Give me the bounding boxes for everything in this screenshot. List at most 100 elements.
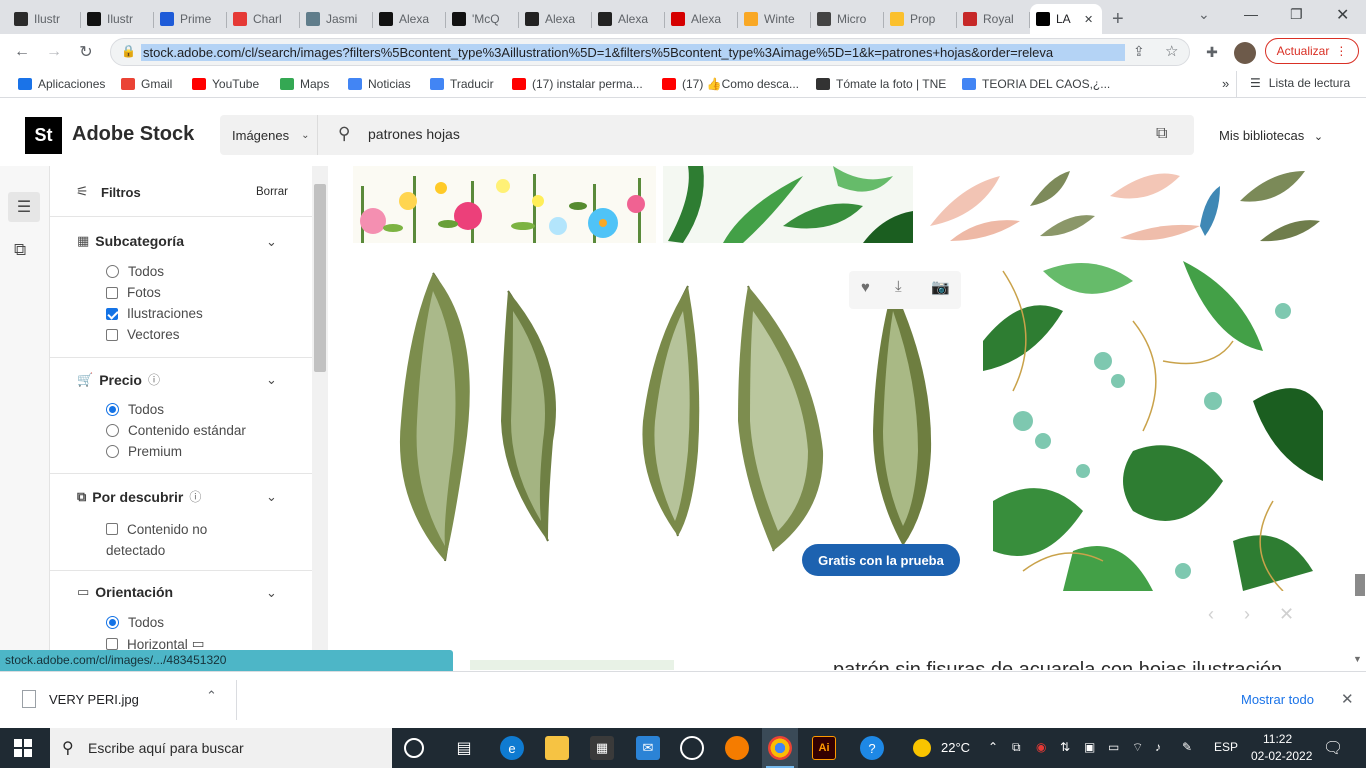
chevron-down-icon[interactable]: ⌄ [266,489,277,505]
price-header[interactable]: 🛒 Precio ⓘ [77,371,160,388]
clear-filters-button[interactable]: Borrar [256,186,288,198]
adobe-stock-logo[interactable]: St [25,117,62,154]
search-similar-icon[interactable]: ⧉ [14,240,26,260]
close-tab-icon[interactable]: ✕ [1084,13,1093,26]
bookmark-star-icon[interactable]: ☆ [1165,42,1178,60]
result-tile-wildflowers[interactable] [353,166,656,243]
page-scroll-thumb[interactable] [1355,574,1365,596]
clock-time[interactable]: 11:22 [1263,732,1292,746]
radio-button[interactable] [106,265,119,278]
tray-display-icon[interactable]: ▣ [1084,740,1095,754]
chrome-icon[interactable] [768,736,792,760]
weather-temp[interactable]: 22°C [941,740,970,755]
checkbox[interactable] [106,638,118,650]
close-window-icon[interactable]: ✕ [1336,5,1349,25]
scroll-down-icon[interactable]: ▼ [1353,654,1362,664]
search-input[interactable]: patrones hojas [368,126,460,142]
bookmark-item[interactable]: YouTube [192,75,259,93]
tray-app-icon[interactable]: ⧉ [1012,740,1021,755]
notifications-icon[interactable]: 🗨 [1323,738,1343,758]
radio-button[interactable] [106,403,119,416]
bookmark-item[interactable]: Traducir [430,75,494,93]
illustrator-icon[interactable]: Ai [812,736,836,760]
info-icon[interactable]: ⓘ [148,371,160,388]
heart-icon[interactable]: ♥ [861,279,870,296]
browser-tab[interactable]: Micro [811,4,884,34]
orientation-header[interactable]: ▭ Orientación [77,584,173,600]
new-tab-icon[interactable]: + [1112,8,1124,31]
reading-list-button[interactable]: ☰ Lista de lectura [1250,76,1350,90]
browser-tab[interactable]: LA ✕ [1030,4,1102,34]
edge-icon[interactable]: e [500,736,524,760]
browser-tab[interactable]: Prop [884,4,957,34]
browser-tab[interactable]: 'McQ [446,4,519,34]
result-tile-green-leaves[interactable] [663,166,913,243]
help-icon[interactable]: ? [860,736,884,760]
radio-button[interactable] [106,445,119,458]
checkbox[interactable] [106,328,118,341]
sun-icon[interactable] [913,739,931,757]
file-explorer-icon[interactable] [545,736,569,760]
filters-scroll-thumb[interactable] [314,184,326,372]
camera-icon[interactable]: 📷 [931,278,950,296]
browser-tab[interactable]: Ilustr [81,4,154,34]
libraries-button[interactable]: Mis bibliotecas ⌄ [1219,128,1323,143]
subcategory-header[interactable]: ▦ Subcategoría [77,233,184,249]
wifi-icon[interactable]: ⌔ [1132,740,1143,755]
chevron-left-icon[interactable]: ‹ [1208,604,1214,625]
download-file-name[interactable]: VERY PERI.jpg [49,692,139,707]
bookmark-item[interactable]: TEORIA DEL CAOS,¿... [962,75,1110,93]
browser-tab[interactable]: Ilustr [8,4,81,34]
browser-tab[interactable]: Jasmi [300,4,373,34]
bookmark-item[interactable]: Noticias [348,75,411,93]
result-tile-tropical-pattern[interactable] [983,251,1323,591]
language-indicator[interactable]: ESP [1214,740,1238,754]
discover-header[interactable]: ⧉ Por descubrir ⓘ [77,488,201,505]
bookmark-item[interactable]: (17) instalar perma... [512,75,643,93]
address-bar[interactable]: 🔒 stock.adobe.com/cl/search/images?filte… [110,38,1190,66]
brave-icon[interactable] [725,736,749,760]
price-option-premium[interactable]: Premium [106,444,182,459]
lock-icon[interactable]: 🔒 [121,44,136,58]
tray-sync-icon[interactable]: ⇅ [1060,740,1070,754]
extensions-icon[interactable]: ✚ [1200,40,1224,64]
restore-icon[interactable]: ❐ [1290,6,1303,23]
widgets-icon[interactable]: ▤ [452,736,476,760]
subcategory-option-fotos[interactable]: Fotos [106,285,161,300]
volume-icon[interactable]: ♪ [1155,740,1161,754]
chevron-down-icon[interactable]: ⌄ [266,234,277,250]
checkbox[interactable] [106,523,118,535]
share-icon[interactable]: ⇪ [1133,43,1145,60]
clock-date[interactable]: 02-02-2022 [1251,749,1312,763]
chevron-down-icon[interactable]: ⌄ [266,585,277,601]
browser-tab[interactable]: Alexa [665,4,738,34]
download-icon[interactable]: ⤓ [895,278,902,295]
price-option-standard[interactable]: Contenido estándar [106,423,246,438]
checkbox[interactable] [106,307,118,320]
bookmark-item[interactable]: Maps [280,75,329,93]
result-tile-partial[interactable] [470,660,674,670]
visual-search-icon[interactable]: ⧉ [1156,125,1167,143]
back-icon[interactable]: ← [10,40,34,64]
subcategory-option-ilustraciones[interactable]: Ilustraciones [106,306,203,321]
filters-toggle-icon[interactable]: ☰ [8,192,40,222]
browser-tab[interactable]: Alexa [519,4,592,34]
store-icon[interactable]: ▦ [590,736,614,760]
tray-battery-icon[interactable]: ▭ [1108,740,1119,754]
chevron-down-icon[interactable]: ⌄ [266,372,277,388]
forward-icon[interactable]: → [42,40,66,64]
page-scrollbar[interactable]: ▼ [1350,166,1366,670]
browser-tab[interactable]: Charl [227,4,300,34]
reload-icon[interactable]: ↻ [74,40,98,64]
show-all-button[interactable]: Mostrar todo [1241,692,1314,707]
more-bookmarks-icon[interactable]: » [1222,76,1229,91]
price-option-todos[interactable]: Todos [106,402,164,417]
chevron-up-icon[interactable]: ⌃ [206,688,217,704]
info-icon[interactable]: ⓘ [189,488,201,505]
result-tile-watercolor-leaves[interactable]: ♥ ⤓ 📷 Gratis con la prueba [353,251,977,592]
tray-shield-icon[interactable]: ◉ [1036,740,1046,754]
close-download-bar-icon[interactable]: ✕ [1341,690,1354,708]
orientation-option-todos[interactable]: Todos [106,615,164,630]
tray-chevron-up-icon[interactable]: ⌃ [988,740,998,754]
subcategory-option-todos[interactable]: Todos [106,264,164,279]
